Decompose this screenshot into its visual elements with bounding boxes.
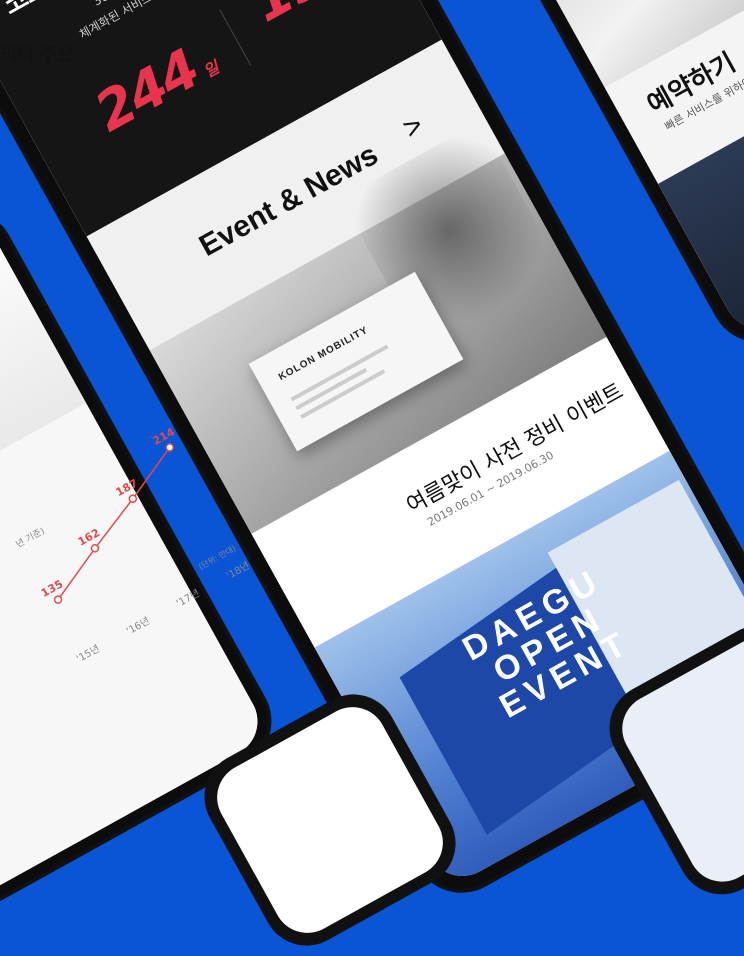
chart-tick-label: '15년 [74,643,101,665]
chart-tick-label: '18년 [224,560,251,582]
chart-unit-label: (단위: 만대) [197,543,238,572]
corner-text: 리티 주요 [0,44,74,66]
chart-point [53,595,63,604]
chart-data-label: 135 [39,577,65,600]
chart-point [165,443,174,452]
chart-data-label: 214 [150,425,177,448]
chart-note-label: 년 기준) [14,525,47,550]
chart-tick-label: '16년 [124,615,151,637]
chart-data-label: 187 [114,477,140,500]
chart-tick-label: '17년 [174,587,201,609]
chart-series-line [57,446,171,601]
